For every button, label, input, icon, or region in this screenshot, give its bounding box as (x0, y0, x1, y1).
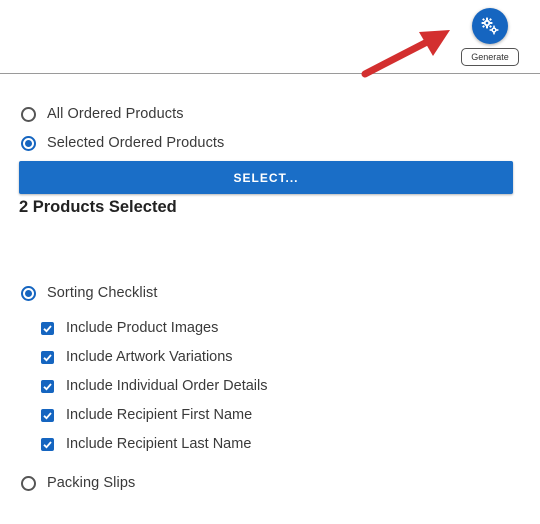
radio-packing-slips[interactable]: Packing Slips (21, 475, 135, 491)
checkbox-label: Include Artwork Variations (66, 349, 233, 365)
checkbox-checked-icon (41, 350, 54, 364)
checkbox-checked-icon (41, 408, 54, 422)
radio-button-icon (21, 475, 36, 491)
checkbox-include-product-images[interactable]: Include Product Images (41, 320, 218, 336)
radio-label: Packing Slips (47, 475, 136, 491)
radio-label: Sorting Checklist (47, 285, 158, 301)
report-options-page: Generate All Ordered Products Selected O… (0, 0, 540, 524)
radio-all-ordered-products[interactable]: All Ordered Products (21, 106, 184, 122)
checkbox-include-artwork-variations[interactable]: Include Artwork Variations (41, 349, 233, 365)
generate-button[interactable] (472, 8, 508, 44)
checkbox-checked-icon (41, 437, 54, 451)
checkbox-include-individual-order-details[interactable]: Include Individual Order Details (41, 378, 268, 394)
checkbox-label: Include Recipient Last Name (66, 436, 252, 452)
checkbox-label: Include Individual Order Details (66, 378, 268, 394)
radio-label: Selected Ordered Products (47, 135, 225, 151)
gears-icon (481, 17, 499, 35)
checkbox-checked-icon (41, 321, 54, 335)
radio-button-selected-icon (21, 285, 36, 301)
red-arrow-pointer-icon (361, 30, 450, 78)
checkbox-include-recipient-last-name[interactable]: Include Recipient Last Name (41, 436, 251, 452)
radio-label: All Ordered Products (47, 106, 184, 122)
checkbox-label: Include Product Images (66, 320, 219, 336)
radio-sorting-checklist[interactable]: Sorting Checklist (21, 285, 158, 301)
radio-button-selected-icon (21, 135, 36, 151)
select-products-button[interactable]: SELECT... (19, 161, 513, 194)
radio-button-icon (21, 106, 36, 122)
radio-selected-ordered-products[interactable]: Selected Ordered Products (21, 135, 224, 151)
checkbox-checked-icon (41, 379, 54, 393)
generate-tooltip: Generate (461, 48, 519, 66)
selected-count-text: 2 Products Selected (19, 198, 177, 216)
checkbox-label: Include Recipient First Name (66, 407, 253, 423)
checkbox-include-recipient-first-name[interactable]: Include Recipient First Name (41, 407, 252, 423)
